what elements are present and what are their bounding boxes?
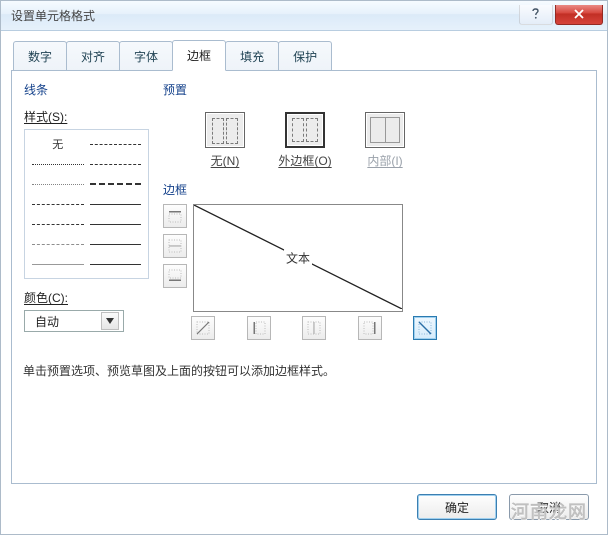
chevron-down-icon xyxy=(101,312,119,330)
tab-border[interactable]: 边框 xyxy=(172,40,226,71)
preset-outline[interactable]: 外边框(O) xyxy=(275,112,335,169)
close-button[interactable] xyxy=(555,5,603,25)
preset-inside[interactable]: 内部(I) xyxy=(355,112,415,169)
border-middle-h-button[interactable] xyxy=(163,234,187,258)
line-color-value: 自动 xyxy=(35,313,59,330)
ok-button[interactable]: 确定 xyxy=(417,494,497,520)
border-left-button[interactable] xyxy=(247,316,271,340)
border-section-title: 边框 xyxy=(163,181,584,198)
border-middle-v-button[interactable] xyxy=(302,316,326,340)
border-diag-down-button[interactable] xyxy=(413,316,437,340)
preset-inside-icon xyxy=(365,112,405,148)
style-label: 样式(S): xyxy=(24,110,67,124)
help-button[interactable] xyxy=(519,5,553,25)
preset-outline-icon xyxy=(285,112,325,148)
preset-none-icon xyxy=(205,112,245,148)
tab-font[interactable]: 字体 xyxy=(119,41,173,71)
line-style-swatch[interactable] xyxy=(29,214,87,234)
line-style-swatch[interactable] xyxy=(87,234,145,254)
preset-none[interactable]: 无(N) xyxy=(195,112,255,169)
hint-text: 单击预置选项、预览草图及上面的按钮可以添加边框样式。 xyxy=(23,362,584,379)
line-style-none[interactable]: 无 xyxy=(29,134,87,154)
line-style-swatch[interactable] xyxy=(87,154,145,174)
bottom-border-buttons xyxy=(191,316,437,340)
border-preview[interactable]: 文本 xyxy=(193,204,403,312)
preset-row: 无(N) 外边框(O) 内部(I) xyxy=(163,104,584,179)
color-label: 颜色(C): xyxy=(24,291,68,305)
line-style-swatch[interactable] xyxy=(29,154,87,174)
line-style-swatch[interactable] xyxy=(87,174,145,194)
dialog-window: 设置单元格格式 数字 对齐 字体 边框 填充 保护 xyxy=(0,0,608,535)
tab-number[interactable]: 数字 xyxy=(13,41,67,71)
cancel-button[interactable]: 取消 xyxy=(509,494,589,520)
border-diag-up-button[interactable] xyxy=(191,316,215,340)
lines-column: 线条 样式(S): 无 xyxy=(24,81,149,475)
line-color-dropdown[interactable]: 自动 xyxy=(24,310,124,332)
tab-align[interactable]: 对齐 xyxy=(66,41,120,71)
line-style-swatch[interactable] xyxy=(87,194,145,214)
main-column: 预置 无(N) 外边框(O) 内部(I) 边框 xyxy=(163,81,584,475)
titlebar: 设置单元格格式 xyxy=(1,1,607,31)
line-style-swatch[interactable] xyxy=(29,254,87,274)
window-title: 设置单元格格式 xyxy=(11,7,517,24)
preset-none-label: 无(N) xyxy=(211,152,240,169)
tab-content: 线条 样式(S): 无 xyxy=(11,70,597,484)
line-style-swatch[interactable] xyxy=(29,194,87,214)
line-style-swatch[interactable] xyxy=(87,214,145,234)
tab-protect[interactable]: 保护 xyxy=(278,41,332,71)
border-page: 线条 样式(S): 无 xyxy=(24,81,584,475)
line-style-palette[interactable]: 无 xyxy=(24,129,149,279)
tabstrip: 数字 对齐 字体 边框 填充 保护 xyxy=(1,31,607,70)
border-bottom-button[interactable] xyxy=(163,264,187,288)
preview-text: 文本 xyxy=(284,250,312,267)
border-right-button[interactable] xyxy=(358,316,382,340)
border-top-button[interactable] xyxy=(163,204,187,228)
dialog-footer: 确定 取消 xyxy=(1,484,607,534)
lines-section-title: 线条 xyxy=(24,81,149,98)
ok-button-label: 确定 xyxy=(445,499,469,516)
preset-outline-label: 外边框(O) xyxy=(278,152,331,169)
window-buttons xyxy=(517,5,603,27)
left-border-buttons xyxy=(163,204,187,312)
line-style-swatch[interactable] xyxy=(29,234,87,254)
cancel-button-label: 取消 xyxy=(537,499,561,516)
presets-section-title: 预置 xyxy=(163,81,584,98)
tab-fill[interactable]: 填充 xyxy=(225,41,279,71)
line-style-swatch[interactable] xyxy=(87,254,145,274)
line-style-swatch[interactable] xyxy=(87,134,145,154)
line-style-swatch[interactable] xyxy=(29,174,87,194)
preset-inside-label: 内部(I) xyxy=(367,152,402,169)
